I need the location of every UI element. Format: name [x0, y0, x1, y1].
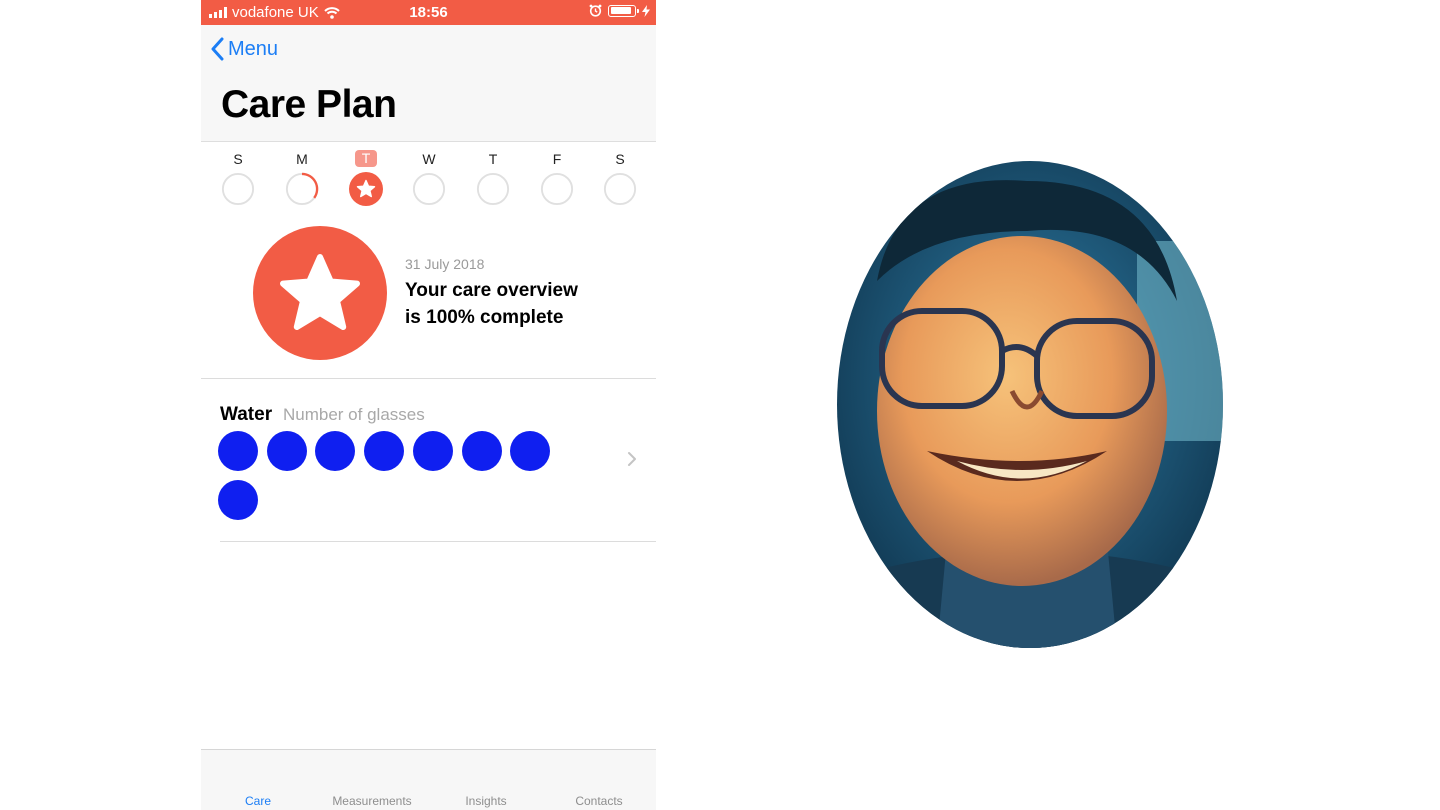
glass-dot[interactable] [461, 431, 502, 471]
alarm-icon [589, 4, 602, 17]
glass-dot[interactable] [315, 431, 356, 471]
day-letter-text: M [296, 151, 308, 167]
glass-dot[interactable] [412, 431, 453, 471]
day-letter: S [218, 150, 258, 169]
day-progress-ring [540, 172, 574, 206]
back-button[interactable]: Menu [211, 37, 278, 61]
glass-dot[interactable] [510, 431, 551, 471]
day-column[interactable]: T [473, 150, 513, 206]
tab-measurements[interactable]: Measurements [315, 794, 429, 808]
day-column[interactable]: F [537, 150, 577, 206]
day-letter: T [473, 150, 513, 169]
day-letter-text: T [488, 151, 498, 167]
day-progress-ring [285, 172, 319, 206]
tab-bar: Care Measurements Insights Contacts [201, 749, 656, 810]
overview-date: 31 July 2018 [405, 256, 485, 272]
day-letter: F [537, 150, 577, 169]
water-subtitle: Number of glasses [283, 405, 425, 424]
completion-star-badge [253, 226, 387, 360]
day-letter: M [282, 150, 322, 169]
glass-dot[interactable] [218, 431, 258, 471]
day-column[interactable]: S [218, 150, 258, 206]
day-column[interactable]: S [600, 150, 640, 206]
glass-dot[interactable] [364, 431, 405, 471]
profile-portrait [837, 161, 1223, 648]
day-letter-text: S [615, 151, 625, 167]
tab-insights[interactable]: Insights [429, 794, 543, 808]
divider [220, 541, 656, 542]
page-title: Care Plan [221, 83, 397, 126]
navigation-header: Menu Care Plan [201, 25, 656, 142]
status-bar: vodafone UK 18:56 [201, 0, 656, 25]
back-chevron-icon [211, 37, 224, 61]
day-letter-text: T [355, 150, 377, 167]
divider [201, 378, 656, 379]
day-letter: W [409, 150, 449, 169]
tab-care[interactable]: Care [201, 794, 315, 808]
day-letter: T [346, 150, 386, 168]
day-letter-text: S [233, 151, 243, 167]
charging-icon [642, 4, 650, 17]
glass-dot[interactable] [266, 431, 307, 471]
status-right [589, 4, 650, 17]
day-letter: S [600, 150, 640, 169]
overview-text-line1: Your care overview [405, 280, 578, 301]
day-complete-star [349, 172, 383, 206]
glass-dot[interactable] [218, 480, 258, 520]
overview-text-line2: is 100% complete [405, 307, 564, 328]
phone-screen: vodafone UK 18:56 Menu Care Plan S M T W… [201, 0, 656, 810]
day-letter-text: W [422, 151, 436, 167]
status-time: 18:56 [409, 4, 448, 21]
battery-icon [608, 4, 639, 17]
day-progress-ring [476, 172, 510, 206]
day-letter-text: F [552, 151, 562, 167]
day-column[interactable]: M [282, 150, 322, 206]
tab-contacts[interactable]: Contacts [542, 794, 656, 808]
day-progress-ring [603, 172, 637, 206]
day-progress-ring [221, 172, 255, 206]
day-progress-ring [412, 172, 446, 206]
chevron-right-icon[interactable] [625, 449, 639, 469]
water-title: Water [220, 404, 273, 425]
day-column[interactable]: T [346, 150, 386, 206]
day-column[interactable]: W [409, 150, 449, 206]
back-label: Menu [228, 37, 279, 60]
